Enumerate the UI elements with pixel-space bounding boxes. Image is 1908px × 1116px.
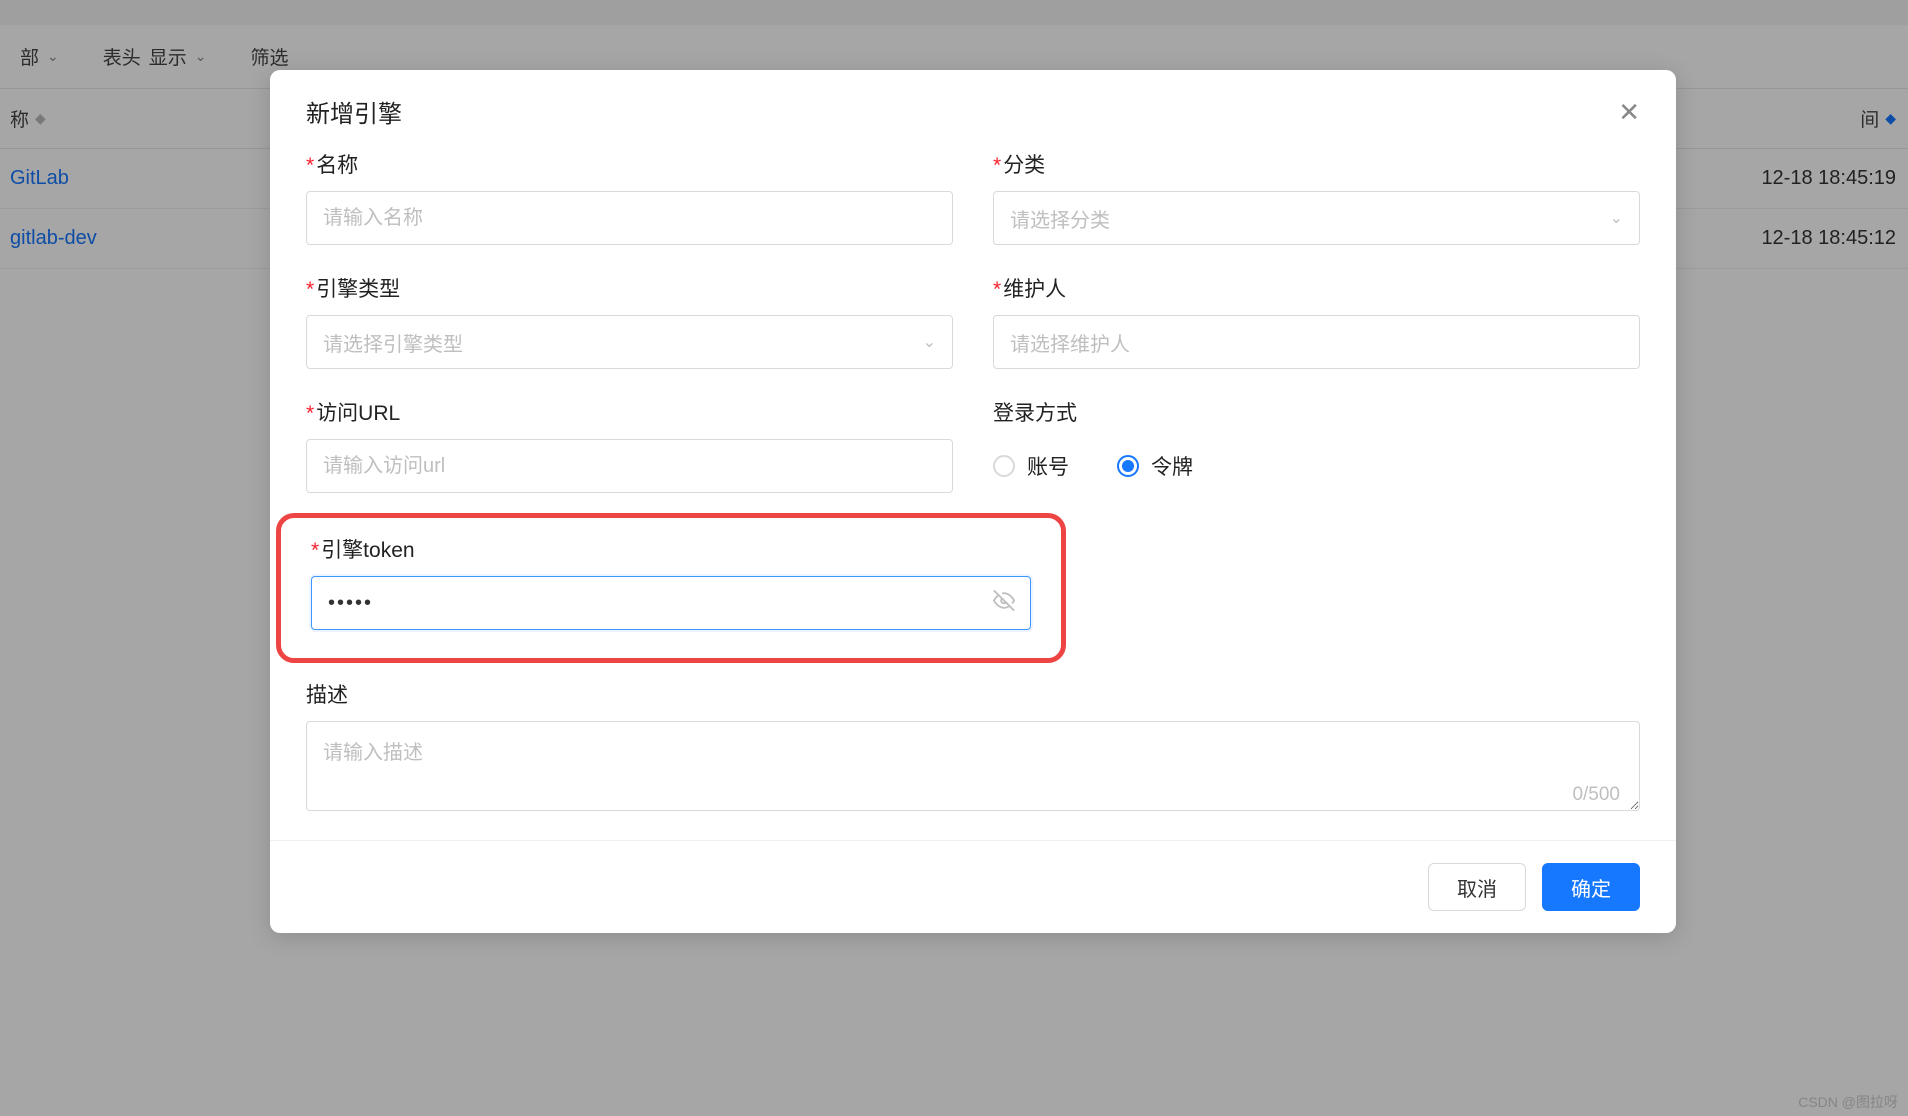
modal-header: 新增引擎 ✕ [270,70,1676,149]
radio-token[interactable]: 令牌 [1117,451,1193,481]
cancel-button[interactable]: 取消 [1428,863,1526,911]
url-input[interactable] [306,439,953,493]
field-url: *访问URL [306,397,953,493]
category-select[interactable]: 请选择分类 ⌄ [993,191,1640,245]
radio-account[interactable]: 账号 [993,451,1069,481]
eye-off-icon[interactable] [993,590,1015,617]
maintainer-select[interactable]: 请选择维护人 [993,315,1640,369]
description-textarea[interactable] [306,721,1640,811]
field-engine-token: *引擎token [311,534,1031,630]
radio-icon [993,455,1015,477]
field-engine-type: *引擎类型 请选择引擎类型 ⌄ [306,273,953,369]
watermark: CSDN @图拉呀 [1798,1092,1898,1112]
engine-type-select[interactable]: 请选择引擎类型 ⌄ [306,315,953,369]
char-count: 0/500 [1572,784,1620,806]
confirm-button[interactable]: 确定 [1542,863,1640,911]
modal-title: 新增引擎 [306,94,402,129]
field-category: *分类 请选择分类 ⌄ [993,149,1640,245]
field-description: 描述 0/500 [306,679,1640,816]
field-name: *名称 [306,149,953,245]
radio-icon [1117,455,1139,477]
field-login-method: 登录方式 账号 令牌 [993,397,1640,493]
close-icon[interactable]: ✕ [1618,99,1640,125]
add-engine-modal: 新增引擎 ✕ *名称 *分类 请选择分类 ⌄ *引擎类型 请选择引擎类型 [270,70,1676,933]
field-maintainer: *维护人 请选择维护人 [993,273,1640,369]
engine-token-input[interactable] [311,576,1031,630]
chevron-down-icon: ⌄ [923,332,936,352]
highlight-annotation: *引擎token [276,513,1066,663]
modal-footer: 取消 确定 [270,840,1676,933]
name-input[interactable] [306,191,953,245]
chevron-down-icon: ⌄ [1610,208,1623,228]
